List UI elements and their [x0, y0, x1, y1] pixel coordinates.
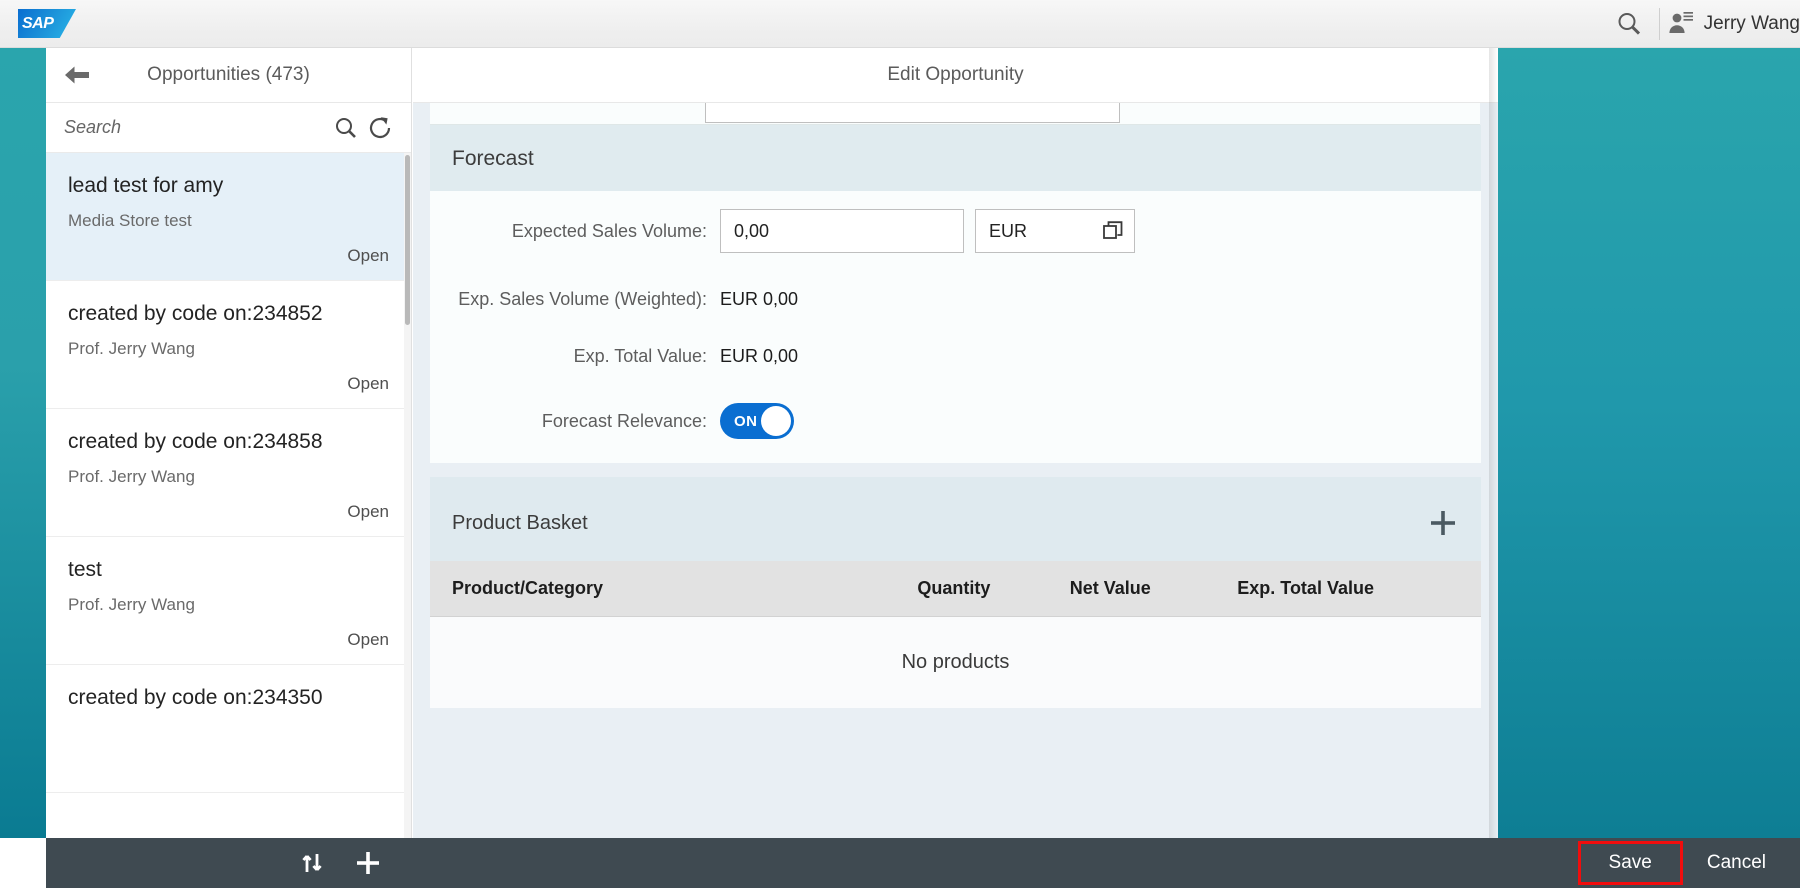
search-submit-button[interactable]: [329, 111, 363, 145]
status-badge: Open: [347, 630, 389, 649]
plus-icon: [354, 849, 382, 877]
opportunity-list: lead test for amy Media Store test Open …: [46, 153, 411, 838]
expected-sales-volume-row: Expected Sales Volume: EUR: [430, 209, 1481, 253]
user-settings-icon: [1666, 9, 1696, 39]
forecast-heading: Forecast: [452, 147, 534, 170]
list-item-title: created by code on:234852: [68, 302, 323, 325]
footer-action-bar: Save Cancel: [46, 838, 1800, 888]
column-header-product-category[interactable]: Product/Category: [430, 561, 918, 617]
expected-sales-volume-label: Expected Sales Volume:: [511, 220, 707, 241]
refresh-button[interactable]: [363, 111, 397, 145]
column-header-net-value[interactable]: Net Value: [1069, 561, 1238, 617]
back-button[interactable]: [54, 52, 100, 98]
clipped-input[interactable]: [705, 103, 1120, 123]
clipped-field-above: [430, 103, 1480, 125]
app-root: SAP Jerry Wang Opportunities (473) Searc…: [0, 0, 1800, 888]
column-header-quantity[interactable]: Quantity: [917, 561, 1070, 617]
master-header: Opportunities (473): [46, 48, 411, 103]
forecast-section-body: Expected Sales Volume: EUR: [430, 191, 1481, 463]
shell-search-button[interactable]: [1605, 0, 1653, 48]
list-item-subtitle: Prof. Jerry Wang: [68, 339, 195, 358]
toggle-state-label: ON: [734, 412, 758, 430]
user-menu-button[interactable]: Jerry Wang: [1666, 0, 1800, 48]
footer-detail-actions: Save Cancel: [1577, 841, 1800, 885]
list-item-subtitle: Media Store test: [68, 211, 192, 230]
search-icon: [1614, 9, 1644, 39]
weighted-volume-value: EUR 0,00: [720, 289, 799, 309]
detail-header: Edit Opportunity: [413, 48, 1498, 103]
list-item-title: created by code on:234350: [68, 686, 323, 709]
left-teal-background: [0, 48, 46, 838]
weighted-volume-row: Exp. Sales Volume (Weighted): EUR 0,00: [430, 289, 1481, 310]
column-header-exp-total-value[interactable]: Exp. Total Value: [1237, 561, 1481, 617]
refresh-icon: [366, 114, 394, 142]
cancel-button[interactable]: Cancel: [1695, 848, 1778, 878]
forecast-section: Forecast Expected Sales Volume: EUR: [430, 125, 1481, 463]
no-products-message: No products: [430, 616, 1481, 708]
list-item-title: test: [68, 558, 102, 581]
master-title: Opportunities (473): [147, 64, 310, 85]
list-item[interactable]: created by code on:234350: [46, 665, 411, 793]
sap-logo[interactable]: SAP: [18, 9, 76, 38]
search-icon: [333, 115, 359, 141]
list-item[interactable]: created by code on:234852 Prof. Jerry Wa…: [46, 281, 411, 409]
list-item-subtitle: Prof. Jerry Wang: [68, 467, 195, 486]
weighted-volume-label: Exp. Sales Volume (Weighted):: [458, 289, 707, 309]
value-help-icon[interactable]: [1092, 210, 1134, 252]
forecast-relevance-label: Forecast Relevance:: [541, 410, 707, 431]
status-badge: Open: [347, 246, 389, 265]
add-product-button[interactable]: [1427, 507, 1459, 539]
create-button[interactable]: [346, 841, 390, 885]
right-teal-background: [1498, 48, 1800, 838]
product-basket-header: Product Basket: [430, 477, 1481, 561]
currency-value: EUR: [989, 220, 1028, 241]
forecast-relevance-row: Forecast Relevance: ON: [430, 403, 1481, 439]
shell-header: SAP Jerry Wang: [0, 0, 1800, 48]
exp-total-value-value: EUR 0,00: [720, 346, 799, 366]
sort-icon: [299, 850, 325, 876]
product-basket-heading: Product Basket: [452, 511, 588, 534]
sap-logo-text: SAP: [22, 14, 54, 32]
list-scrollbar[interactable]: [404, 153, 411, 838]
product-basket-table: Product/Category Quantity Net Value Exp.…: [430, 561, 1481, 708]
page-title: Edit Opportunity: [887, 64, 1024, 85]
shell-header-actions: Jerry Wang: [1605, 0, 1800, 47]
detail-panel: Edit Opportunity Forecast Expected Sales…: [413, 48, 1498, 838]
list-item-title: lead test for amy: [68, 174, 224, 197]
forecast-relevance-toggle[interactable]: ON: [720, 403, 794, 439]
expected-sales-volume-input[interactable]: [720, 209, 964, 253]
toggle-knob: [761, 406, 791, 436]
status-badge: Open: [347, 374, 389, 393]
table-empty-row: No products: [430, 616, 1481, 708]
currency-field[interactable]: EUR: [975, 209, 1135, 253]
list-item-title: created by code on:234858: [68, 430, 323, 453]
arrow-left-icon: [62, 64, 92, 86]
table-header-row: Product/Category Quantity Net Value Exp.…: [430, 561, 1481, 617]
forecast-section-header: Forecast: [430, 125, 1481, 191]
plus-icon: [1427, 507, 1459, 539]
detail-body: Forecast Expected Sales Volume: EUR: [413, 103, 1498, 838]
save-button-highlight: Save: [1577, 841, 1683, 885]
sort-button[interactable]: [290, 841, 334, 885]
list-item[interactable]: created by code on:234858 Prof. Jerry Wa…: [46, 409, 411, 537]
master-panel: Opportunities (473) Search lead test for…: [46, 48, 412, 838]
master-search-row: [46, 103, 411, 153]
header-divider: [1658, 7, 1660, 40]
search-input[interactable]: [64, 117, 329, 138]
list-item[interactable]: test Prof. Jerry Wang Open: [46, 537, 411, 665]
save-button[interactable]: Save: [1591, 848, 1670, 878]
product-basket-section: Product Basket Product/Category Quantity…: [430, 477, 1481, 708]
list-item-subtitle: Prof. Jerry Wang: [68, 595, 195, 614]
user-name: Jerry Wang: [1703, 12, 1800, 34]
footer-list-actions: [46, 838, 412, 888]
exp-total-value-row: Exp. Total Value: EUR 0,00: [430, 346, 1481, 367]
status-badge: Open: [347, 502, 389, 521]
list-item[interactable]: lead test for amy Media Store test Open: [46, 153, 411, 281]
detail-right-shadow: [1489, 48, 1498, 838]
exp-total-value-label: Exp. Total Value:: [573, 346, 707, 366]
